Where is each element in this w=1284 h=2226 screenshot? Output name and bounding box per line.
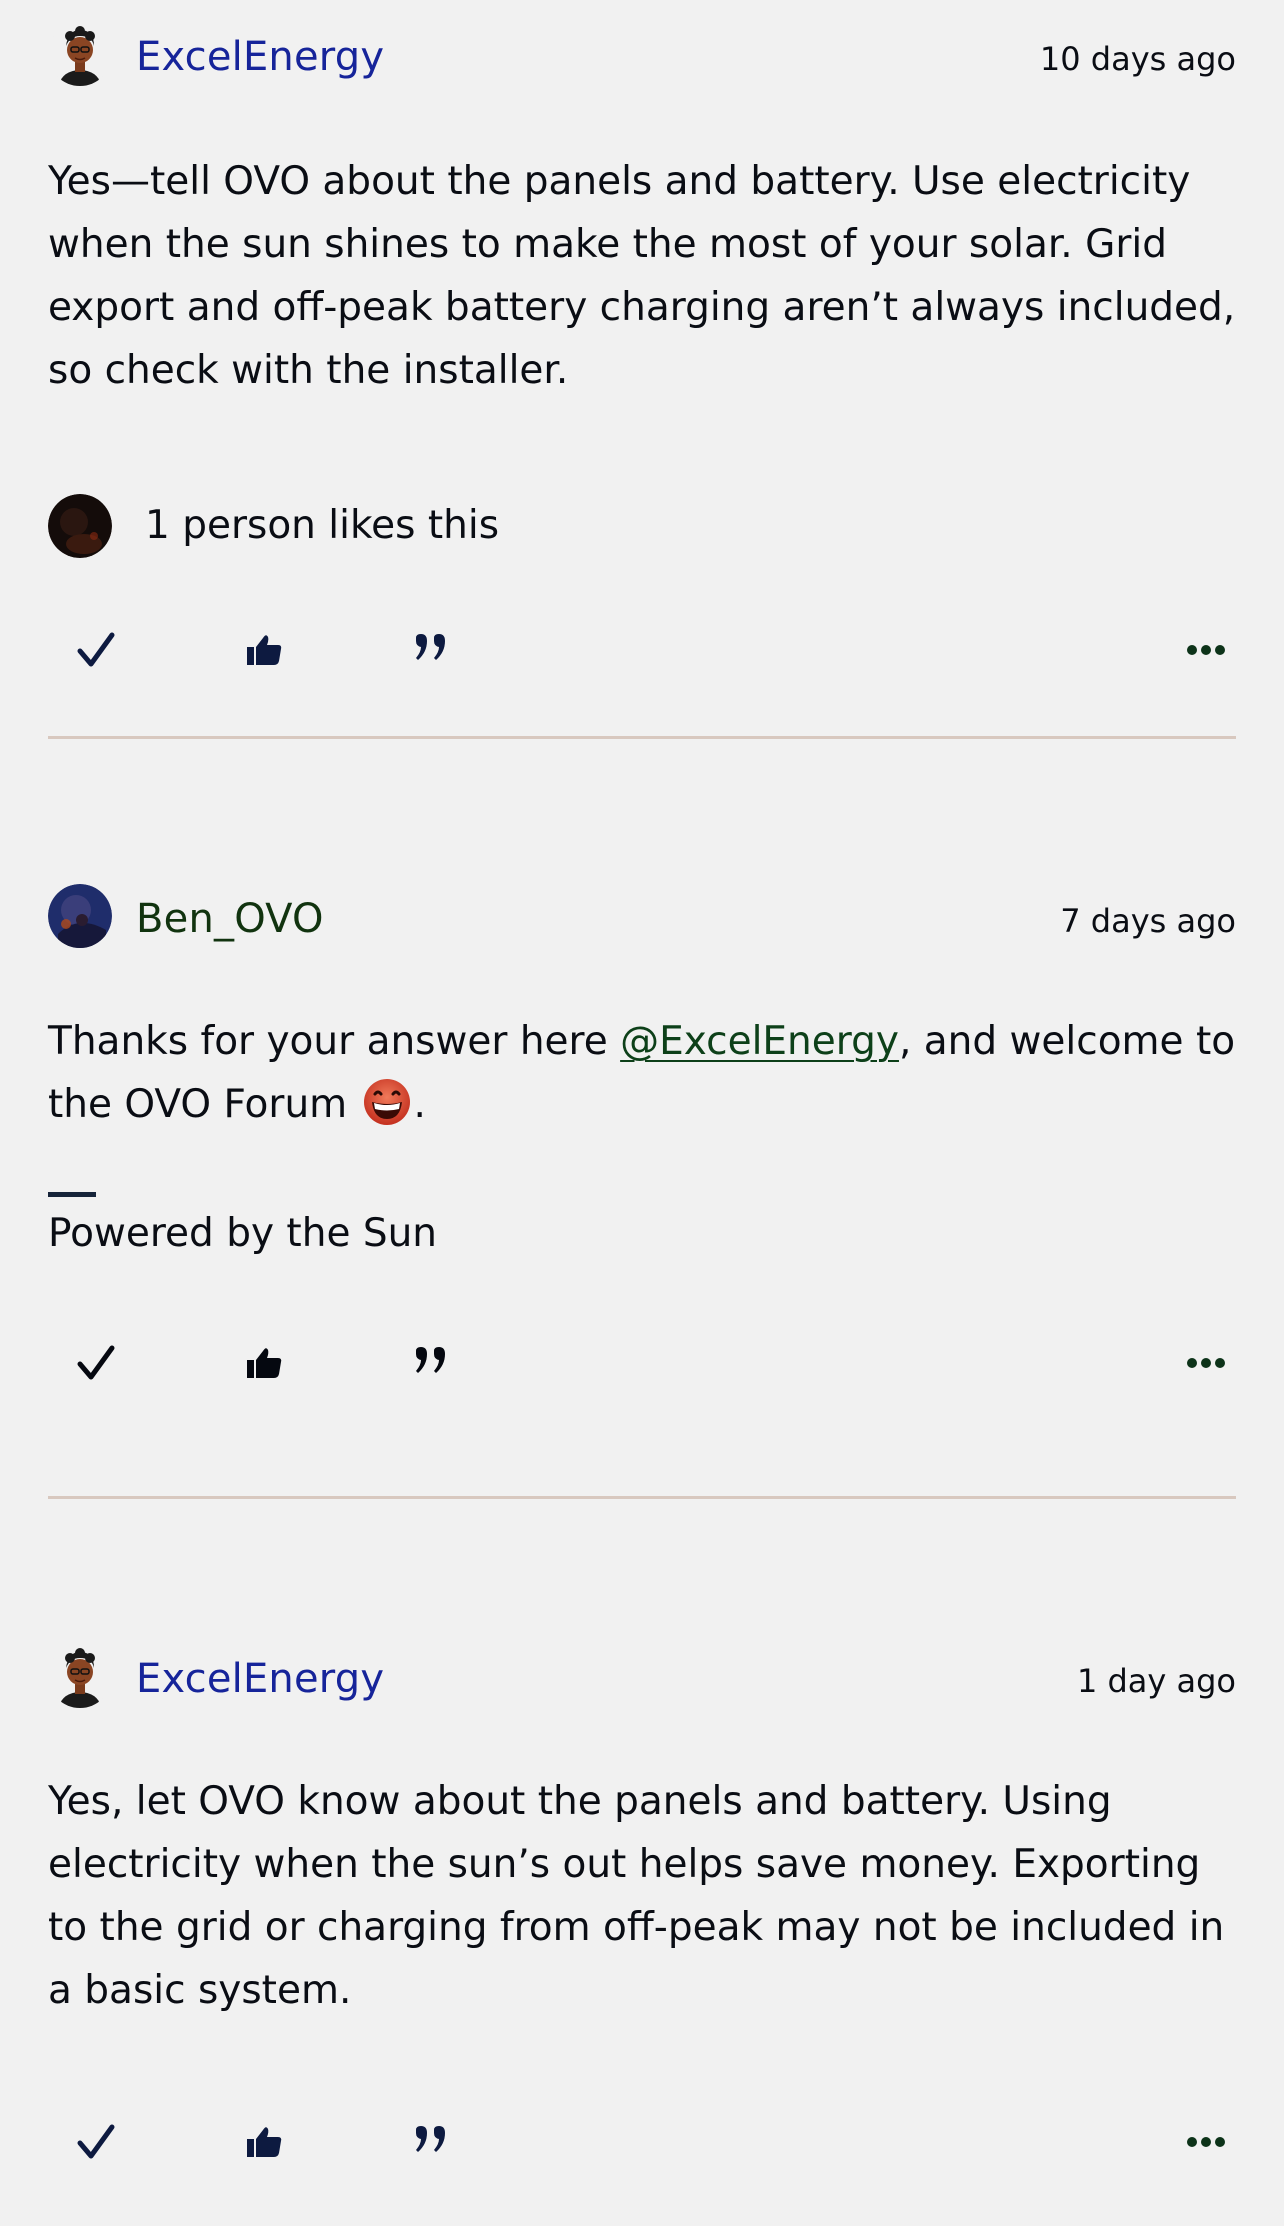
liker-avatar[interactable]	[48, 494, 112, 558]
like-button[interactable]	[236, 1335, 292, 1391]
post-header: ExcelEnergy 10 days ago	[48, 22, 1236, 98]
check-icon	[77, 2124, 115, 2159]
accept-solution-button[interactable]	[68, 2114, 124, 2170]
post-actions	[48, 1335, 1236, 1395]
more-options-icon	[1187, 2137, 1225, 2147]
accept-solution-button[interactable]	[68, 622, 124, 678]
post-actions	[48, 2114, 1236, 2174]
post-2: Ben_OVO 7 days ago Thanks for your answe…	[48, 884, 1236, 1395]
post-body: Yes—tell OVO about the panels and batter…	[48, 159, 1236, 393]
author-name[interactable]: ExcelEnergy	[136, 1656, 384, 1702]
post-header: Ben_OVO 7 days ago	[48, 884, 1236, 960]
accept-solution-button[interactable]	[68, 1335, 124, 1391]
post-header: ExcelEnergy 1 day ago	[48, 1644, 1236, 1720]
quote-button[interactable]	[404, 1335, 460, 1391]
signature-text: Powered by the Sun	[48, 1211, 438, 1256]
post-timestamp[interactable]: 7 days ago	[1060, 902, 1236, 940]
quote-button[interactable]	[404, 2114, 460, 2170]
grinning-face-emoji	[363, 1079, 410, 1125]
likes-row: 1 person likes this	[48, 494, 1236, 558]
post-body: Yes, let OVO know about the panels and b…	[48, 1779, 1225, 2013]
more-options-button[interactable]	[1176, 2114, 1236, 2170]
post-timestamp[interactable]: 10 days ago	[1040, 40, 1236, 78]
post-actions	[48, 622, 1236, 682]
avatar[interactable]	[48, 884, 112, 948]
quote-icon	[416, 1347, 445, 1373]
check-icon	[77, 632, 115, 667]
body-text-end: .	[413, 1082, 426, 1127]
more-options-button[interactable]	[1176, 1335, 1236, 1391]
thumbs-up-icon	[247, 635, 282, 665]
more-options-icon	[1187, 645, 1225, 655]
thumbs-up-icon	[247, 1348, 282, 1378]
author-name[interactable]: ExcelEnergy	[136, 34, 384, 80]
avatar[interactable]	[48, 22, 112, 86]
author-name[interactable]: Ben_OVO	[136, 896, 324, 942]
like-button[interactable]	[236, 2114, 292, 2170]
check-icon	[77, 1345, 115, 1380]
more-options-icon	[1187, 1358, 1225, 1368]
forum-thread: ExcelEnergy 10 days ago Yes—tell OVO abo…	[0, 0, 1284, 2226]
quote-button[interactable]	[404, 622, 460, 678]
quote-icon	[416, 2126, 445, 2152]
likes-count-text[interactable]: 1 person likes this	[145, 502, 499, 550]
more-options-button[interactable]	[1176, 622, 1236, 678]
body-text-start: Thanks for your answer here	[48, 1019, 621, 1064]
avatar[interactable]	[48, 1644, 112, 1708]
user-mention-link[interactable]: @ExcelEnergy	[620, 1019, 899, 1064]
post-divider	[48, 736, 1236, 739]
thumbs-up-icon	[247, 2127, 282, 2157]
signature-separator	[48, 1192, 96, 1197]
like-button[interactable]	[236, 622, 292, 678]
post-3: ExcelEnergy 1 day ago Yes, let OVO know …	[48, 1644, 1236, 2174]
post-divider	[48, 1496, 1236, 1499]
post-timestamp[interactable]: 1 day ago	[1077, 1662, 1236, 1700]
quote-icon	[416, 634, 445, 660]
post-1: ExcelEnergy 10 days ago Yes—tell OVO abo…	[48, 22, 1236, 682]
post-body: Thanks for your answer here @ExcelEnergy…	[48, 1010, 1236, 1136]
